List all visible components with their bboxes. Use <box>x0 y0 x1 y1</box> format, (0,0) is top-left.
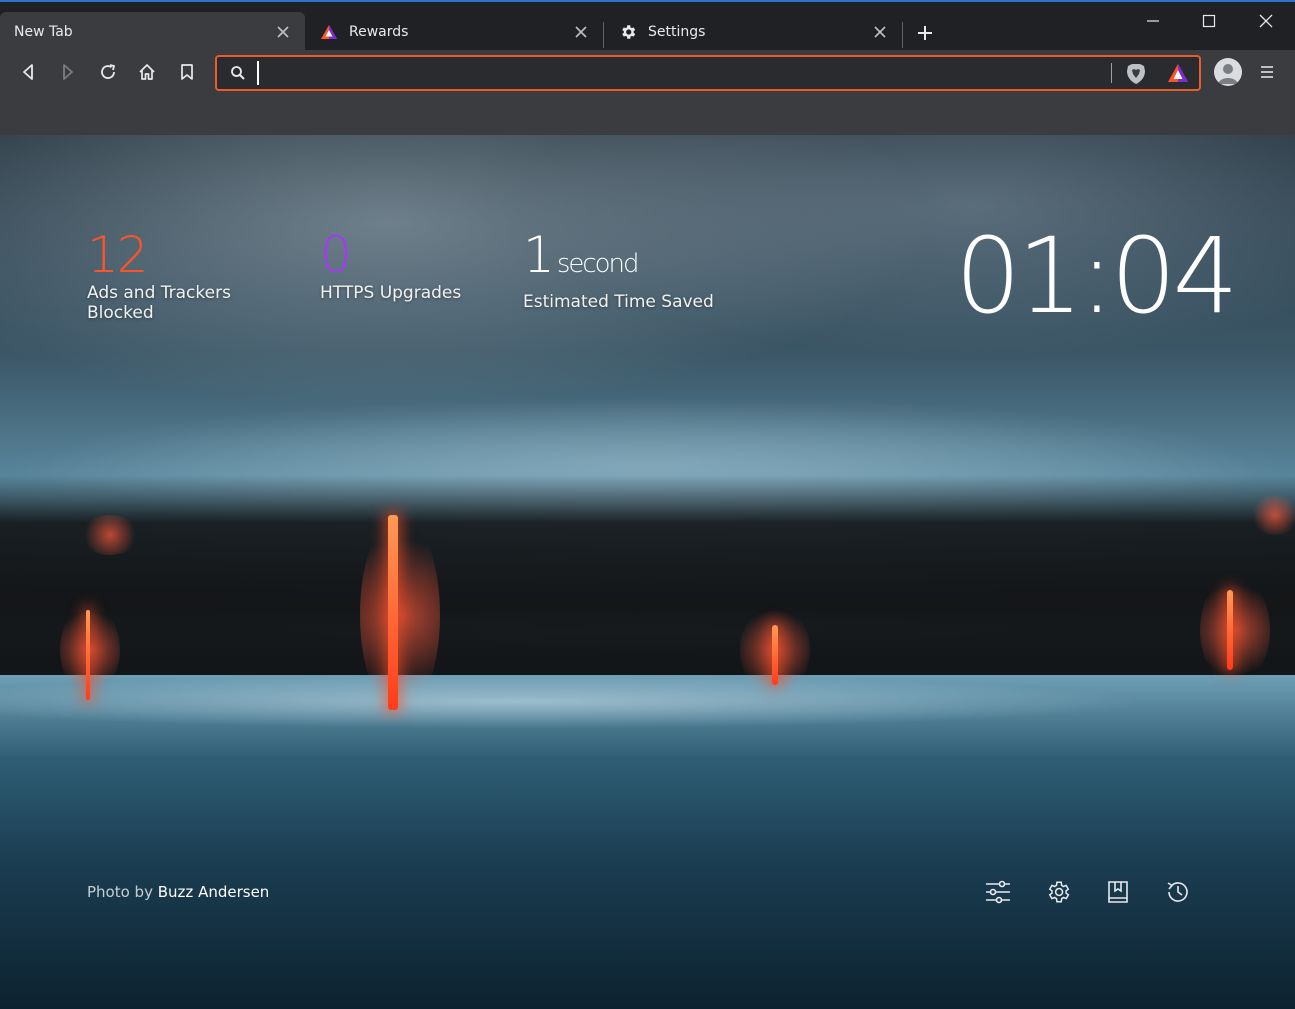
lava-flow <box>772 625 778 685</box>
close-icon[interactable] <box>571 22 591 42</box>
time-saved-label: Estimated Time Saved <box>523 292 714 312</box>
gear-icon <box>618 22 638 42</box>
minimize-icon <box>1147 20 1159 22</box>
bookmark-icon <box>181 64 193 80</box>
omnibox-divider <box>1111 63 1112 83</box>
reload-button[interactable] <box>95 59 121 85</box>
maximize-icon <box>1202 14 1216 28</box>
address-input[interactable] <box>257 61 1097 85</box>
tab-title: Rewards <box>349 24 409 40</box>
lava-glow <box>1200 575 1270 685</box>
lava-glow <box>60 605 120 695</box>
https-upgrades-label: HTTPS Upgrades <box>320 283 462 303</box>
lava-glow <box>1250 495 1295 535</box>
hamburger-menu-icon <box>1261 66 1273 78</box>
lava-flow <box>1227 590 1233 670</box>
bookmarks-button[interactable] <box>1103 877 1133 907</box>
close-icon[interactable] <box>273 22 293 42</box>
stat-https-upgrades: 0 HTTPS Upgrades <box>320 227 500 303</box>
plus-icon <box>918 26 932 40</box>
photo-credit-prefix: Photo by <box>87 883 153 901</box>
clock: 01:04 <box>955 215 1239 337</box>
ads-blocked-count: 12 <box>87 226 149 284</box>
maximize-button[interactable] <box>1194 8 1224 34</box>
history-button[interactable] <box>1163 877 1193 907</box>
new-tab-button[interactable] <box>912 20 938 46</box>
tab-title: Settings <box>648 24 706 40</box>
lava-flow <box>388 515 398 710</box>
toolbar <box>0 50 1295 135</box>
close-icon <box>1259 14 1273 28</box>
lava-flow <box>86 610 90 700</box>
tab-new-tab[interactable]: New Tab <box>0 12 305 52</box>
reload-icon <box>101 64 116 79</box>
bookmark-book-icon <box>1108 881 1128 903</box>
background-sea <box>0 675 1295 1009</box>
tab-settings[interactable]: Settings <box>604 12 902 52</box>
time-saved-unit: second <box>556 249 640 279</box>
new-tab-page: 12 Ads and Trackers Blocked 0 HTTPS Upgr… <box>0 135 1295 1009</box>
lava-glow <box>80 515 140 555</box>
time-saved-value: 1 second <box>523 227 763 292</box>
home-icon <box>139 64 155 80</box>
gear-icon <box>1048 881 1070 903</box>
home-button[interactable] <box>134 59 160 85</box>
tab-rewards[interactable]: Rewards <box>305 12 603 52</box>
stat-time-saved: 1 second Estimated Time Saved <box>523 227 763 312</box>
search-icon <box>229 64 247 82</box>
avatar-icon <box>1218 64 1238 84</box>
brave-rewards-icon <box>319 22 339 42</box>
ads-blocked-label: Ads and Trackers Blocked <box>87 283 231 323</box>
brave-shields-icon[interactable] <box>1125 62 1147 86</box>
lava-glow <box>360 515 440 715</box>
brave-rewards-icon[interactable] <box>1167 63 1189 85</box>
settings-button[interactable] <box>1043 877 1073 907</box>
address-bar[interactable] <box>215 55 1201 91</box>
main-menu-button[interactable] <box>1255 60 1279 84</box>
profile-avatar-button[interactable] <box>1214 58 1242 86</box>
tab-strip: New Tab Rewards Settings <box>0 0 1295 52</box>
tab-title: New Tab <box>14 24 73 40</box>
https-upgrades-count: 0 <box>320 226 352 284</box>
minimize-button[interactable] <box>1138 8 1168 34</box>
close-icon[interactable] <box>870 22 890 42</box>
customize-button[interactable] <box>983 877 1013 907</box>
back-button[interactable] <box>15 59 41 85</box>
photo-credit: Photo by Buzz Andersen <box>87 883 269 901</box>
bookmark-button[interactable] <box>174 59 200 85</box>
time-saved-count: 1 <box>523 226 555 284</box>
forward-arrow-icon <box>63 64 73 80</box>
history-icon <box>1167 882 1188 902</box>
back-arrow-icon <box>23 64 33 80</box>
forward-button[interactable] <box>55 59 81 85</box>
sliders-icon <box>986 880 1010 904</box>
stat-ads-blocked: 12 Ads and Trackers Blocked <box>87 227 287 323</box>
photo-credit-author[interactable]: Buzz Andersen <box>158 883 270 901</box>
tab-separator <box>902 22 903 48</box>
close-window-button[interactable] <box>1251 8 1281 34</box>
